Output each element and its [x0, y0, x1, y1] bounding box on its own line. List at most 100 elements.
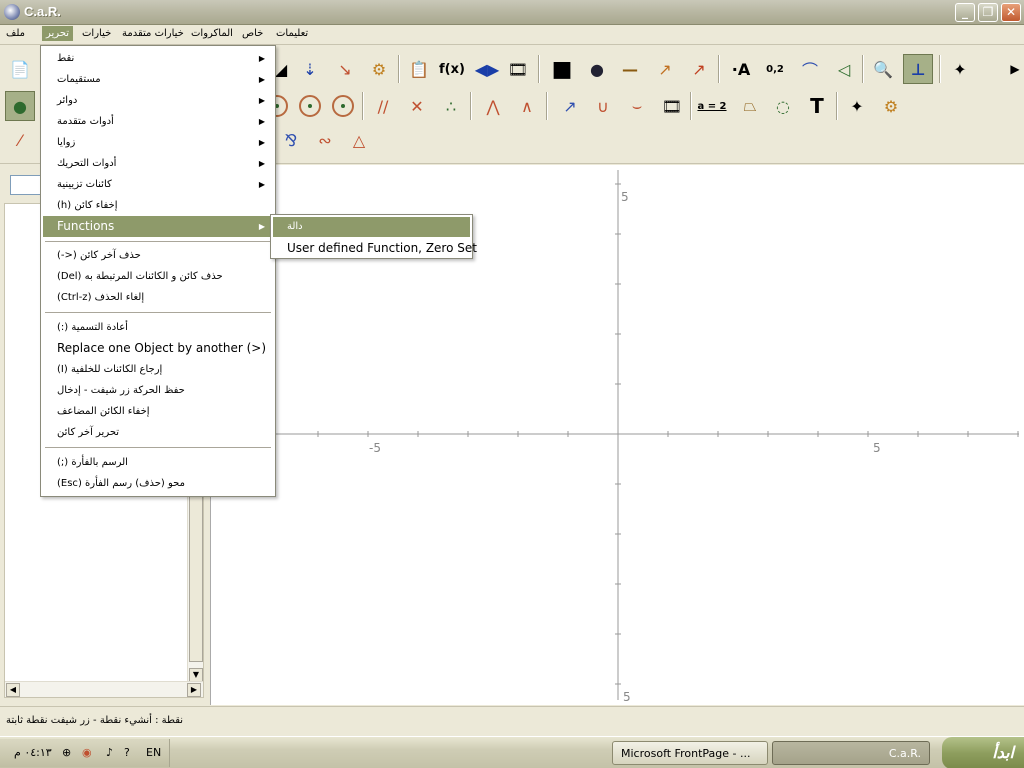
menu-item-points[interactable]: نقط ▶ [43, 48, 273, 69]
quadrilateral-icon[interactable]: ⏢ [735, 91, 765, 121]
submenu-item-function[interactable]: دالة [273, 217, 470, 237]
menu-options[interactable]: خيارات [82, 28, 111, 39]
menu-file[interactable]: ملف [6, 28, 25, 39]
window-title: C.a.R. [24, 4, 61, 19]
taskbar-car[interactable]: C.a.R. [772, 741, 930, 765]
submenu-item-user-defined-function[interactable]: User defined Function, Zero Set [273, 238, 477, 258]
text-icon[interactable]: T [802, 91, 832, 121]
line-point-icon[interactable]: ⁄ [5, 125, 35, 155]
scrollbar-thumb[interactable] [189, 494, 203, 662]
y-tick-label-pos: 5 [621, 190, 629, 204]
midpoint-icon[interactable]: ∴ [436, 91, 466, 121]
menu-advanced-options[interactable]: خيارات متقدمة [122, 28, 184, 39]
scroll-down-arrow-icon[interactable]: ▼ [189, 668, 203, 682]
network-icon[interactable]: ⊕ [62, 746, 71, 759]
maximize-button[interactable]: ❐ [978, 3, 998, 22]
menu-macros[interactable]: الماكروات [191, 28, 233, 39]
start-button[interactable]: ابدأ [942, 737, 1024, 768]
gear-icon[interactable]: ⚙ [876, 91, 906, 121]
macro-1-icon[interactable]: ⅋ [276, 125, 306, 155]
animation-icon[interactable]: 🎞 [657, 91, 687, 121]
taskbar: ٠٤:١٣ م ⊕ ◉ ♪ ? EN Microsoft FrontPage -… [0, 736, 1024, 768]
intersection-icon[interactable]: ✕ [402, 91, 432, 121]
clock: ٠٤:١٣ م [14, 746, 52, 759]
menu-item-functions[interactable]: Functions ▶ [43, 216, 273, 237]
menu-item-mouse-draw[interactable]: الرسم بالفأرة (;) [43, 452, 273, 473]
submenu-arrow-icon: ▶ [258, 159, 265, 168]
submenu-arrow-icon: ▶ [258, 138, 265, 147]
help-icon[interactable]: ? [124, 746, 130, 759]
settings-doc-icon[interactable]: ⚙ [364, 54, 394, 84]
menu-help[interactable]: تعليمات [276, 28, 308, 39]
horizontal-scrollbar[interactable]: ◀ ▶ [5, 681, 203, 697]
circle-tool-2-icon[interactable] [295, 91, 325, 121]
arc-icon[interactable]: ⌒ [795, 54, 825, 84]
submenu-arrow-icon: ▶ [258, 75, 265, 84]
label-icon[interactable]: ·A [726, 54, 756, 84]
volume-icon[interactable]: ♪ [106, 746, 113, 759]
menu-edit[interactable]: تحرير [42, 26, 74, 41]
toolbar-scroll-right-icon[interactable]: ▶ [1000, 54, 1024, 84]
language-indicator[interactable]: EN [146, 746, 161, 759]
circle-points-icon[interactable]: ◌ [768, 91, 798, 121]
point-tool-icon[interactable]: ● [5, 91, 35, 121]
sort-az-icon[interactable]: ⇣ [295, 54, 325, 84]
angle-bisector-icon[interactable]: ∧ [512, 91, 542, 121]
submenu-arrow-icon: ▶ [258, 222, 265, 231]
scroll-right-arrow-icon[interactable]: ▶ [187, 683, 201, 697]
parallel-icon[interactable]: // [368, 91, 398, 121]
track-icon[interactable]: ⌣ [622, 91, 652, 121]
menu-item-send-to-back[interactable]: إرجاع الكائنات للخلفية (I) [43, 359, 273, 380]
menu-item-save-animation[interactable]: حفظ الحركة زر شيفت - إدخال [43, 380, 273, 401]
polygon-icon[interactable]: ⋀ [478, 91, 508, 121]
macro-2-icon[interactable]: ∾ [310, 125, 340, 155]
new-file-icon[interactable]: 📄 [5, 54, 35, 84]
menu-item-undo-delete[interactable]: إلغاء الحذف (Ctrl-z) [43, 287, 273, 308]
point-style-icon[interactable]: ● [582, 54, 612, 84]
film-icon[interactable]: 🎞 [503, 54, 533, 84]
menu-item-edit-last[interactable]: تحرير آخر كائن [43, 422, 273, 443]
menu-item-clear-mouse-draw[interactable]: محو (حذف) رسم الفأرة (Esc) [43, 473, 273, 494]
menu-item-hide-duplicates[interactable]: إخفاء الكائن المضاعف [43, 401, 273, 422]
media-icon[interactable]: ◉ [82, 746, 92, 759]
minimize-button[interactable]: _ [955, 3, 975, 22]
clipboard-icon[interactable]: 📋 [404, 54, 434, 84]
menu-special[interactable]: خاص [242, 28, 263, 39]
vector-icon[interactable]: ↗ [684, 54, 714, 84]
menu-item-lines[interactable]: مستقيمات ▶ [43, 69, 273, 90]
angle-icon[interactable]: ◁ [829, 54, 859, 84]
circle-tool-3-icon[interactable] [328, 91, 358, 121]
magic-wand-icon[interactable]: ✦ [945, 54, 975, 84]
title-bar: C.a.R. _ ❐ ✕ [0, 0, 1024, 25]
menu-item-animation-tools[interactable]: أدوات التحريك ▶ [43, 153, 273, 174]
line-style-icon[interactable]: — [615, 54, 645, 84]
menu-item-advanced-tools[interactable]: أدوات متقدمة ▶ [43, 111, 273, 132]
ray-icon[interactable]: ↗ [555, 91, 585, 121]
triangle-icon[interactable]: △ [344, 125, 374, 155]
menu-item-decorative-objects[interactable]: كائنات تزيينية ▶ [43, 174, 273, 195]
close-button[interactable]: ✕ [1001, 3, 1021, 22]
flip-icon[interactable]: ◀▶ [472, 54, 502, 84]
macro-wand-icon[interactable]: ✦ [842, 91, 872, 121]
edit-menu: نقط ▶ مستقيمات ▶ دوائر ▶ أدوات متقدمة ▶ زواي… [40, 45, 276, 497]
expression-icon[interactable]: a = 2 [697, 91, 727, 121]
menu-item-hide-object[interactable]: إخفاء كائن (h) [43, 195, 273, 216]
coordinates-icon[interactable]: 0,2 [760, 54, 790, 84]
axes-icon[interactable]: ⊥ [903, 54, 933, 84]
menu-separator [45, 312, 271, 313]
x-tick-label-pos: 5 [873, 441, 881, 455]
fill-square-icon[interactable]: ■ [547, 54, 577, 84]
menu-item-delete-last[interactable]: حذف آخر كائن (<-) [43, 245, 273, 266]
menu-item-delete-with-children[interactable]: حذف كائن و الكائنات المرتبطة به (Del) [43, 266, 273, 287]
move-label-icon[interactable]: ↘ [330, 54, 360, 84]
segment-arrow-icon[interactable]: ↗ [650, 54, 680, 84]
function-icon[interactable]: f(x) [437, 54, 467, 84]
menu-item-rename[interactable]: أعادة التسمية (:) [43, 317, 273, 338]
curve-icon[interactable]: ∪ [588, 91, 618, 121]
scroll-left-arrow-icon[interactable]: ◀ [6, 683, 20, 697]
menu-item-circles[interactable]: دوائر ▶ [43, 90, 273, 111]
menu-item-replace-object[interactable]: Replace one Object by another (>) [43, 338, 273, 359]
menu-item-angles[interactable]: زوايا ▶ [43, 132, 273, 153]
taskbar-frontpage[interactable]: Microsoft FrontPage - ... [612, 741, 768, 765]
zoom-icon[interactable]: 🔍 [868, 54, 898, 84]
